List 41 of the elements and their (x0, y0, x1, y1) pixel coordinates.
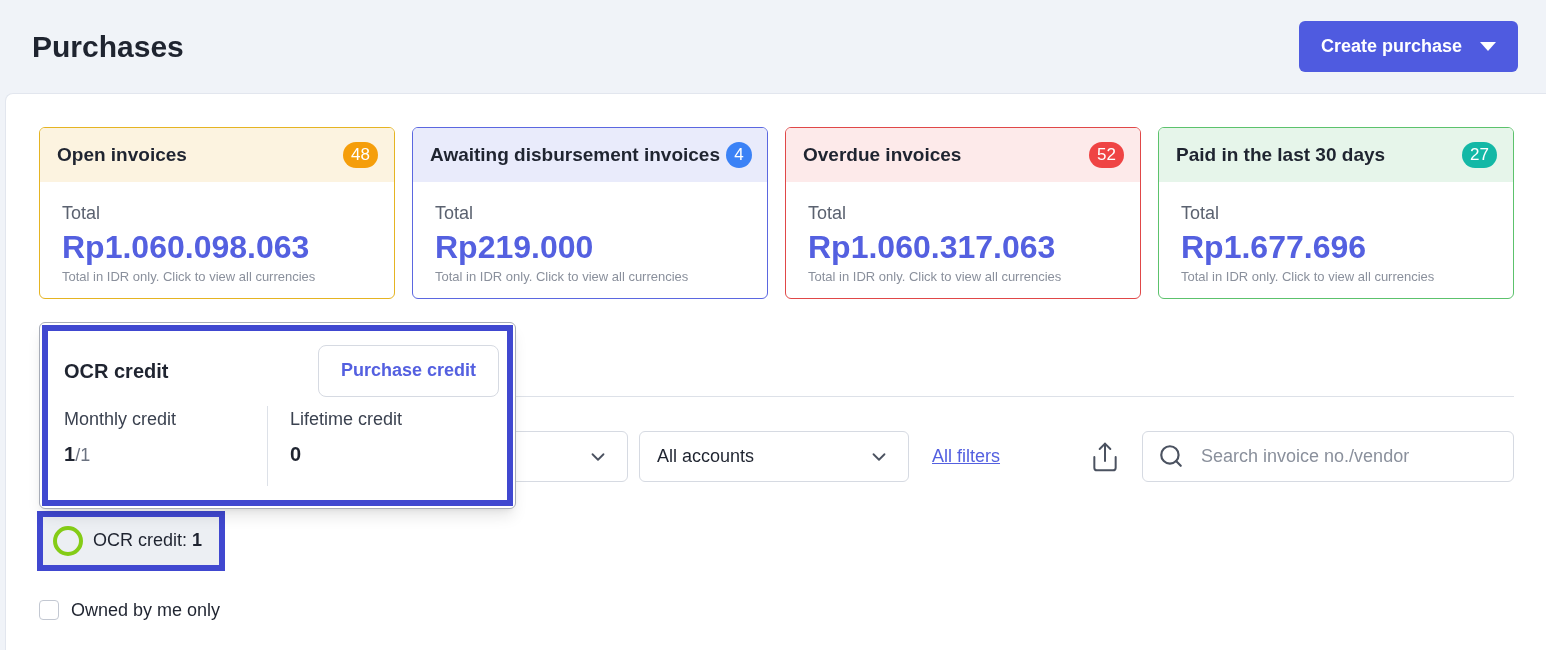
page-title: Purchases (32, 29, 184, 65)
total-label: Total (62, 202, 102, 225)
summary-card[interactable]: Awaiting disbursement invoices 4 Total Rp219.000 Total in IDR only. Click to view all currencies (412, 127, 768, 299)
summary-card[interactable]: Open invoices 48 Total Rp1.060.098.063 Total in IDR only. Click to view all currencies (39, 127, 395, 299)
all-filters-link[interactable]: All filters (932, 443, 1000, 470)
total-amount: Rp219.000 (435, 228, 595, 267)
accounts-dropdown[interactable]: All accounts (639, 431, 909, 482)
currency-note: Total in IDR only. Click to view all currencies (435, 268, 690, 286)
total-amount: Rp1.060.317.063 (808, 228, 1057, 267)
ocr-credit-text: OCR credit: 1 (93, 529, 203, 552)
count-badge: 27 (1462, 142, 1497, 168)
currency-note: Total in IDR only. Click to view all currencies (1181, 268, 1436, 286)
caret-icon (1480, 42, 1496, 51)
total-label: Total (1181, 202, 1221, 225)
monthly-credit-label: Monthly credit (64, 407, 178, 431)
summary-card[interactable]: Overdue invoices 52 Total Rp1.060.317.063 Total in IDR only. Click to view all currencies (785, 127, 1141, 299)
search-icon (1158, 443, 1184, 469)
purchase-credit-button[interactable]: Purchase credit (317, 344, 499, 397)
total-label: Total (808, 202, 848, 225)
count-badge: 4 (726, 142, 752, 168)
count-badge: 52 (1089, 142, 1124, 168)
lifetime-credit-value: 0 (290, 441, 303, 467)
search-field[interactable]: Search invoice no./vendor (1142, 431, 1514, 482)
summary-card[interactable]: Paid in the last 30 days 27 Total Rp1.677.696 Total in IDR only. Click to view all currencies (1158, 127, 1514, 299)
create-purchase-button[interactable]: Create purchase (1298, 21, 1518, 72)
card-title: Open invoices (57, 142, 187, 167)
monthly-credit-value: 1/1 (64, 441, 92, 467)
count-badge: 48 (343, 142, 378, 168)
total-label: Total (435, 202, 475, 225)
ocr-credit-chip[interactable]: OCR credit: 1 (37, 510, 225, 571)
popover-title: OCR credit (64, 358, 169, 384)
card-title: Awaiting disbursement invoices (430, 142, 720, 167)
currency-note: Total in IDR only. Click to view all currencies (808, 268, 1063, 286)
checkbox-label: Owned by me only (71, 598, 221, 622)
currency-note: Total in IDR only. Click to view all currencies (62, 268, 317, 286)
checkbox[interactable] (39, 600, 59, 620)
card-title: Paid in the last 30 days (1176, 142, 1386, 167)
lifetime-credit-label: Lifetime credit (290, 407, 403, 431)
card-title: Overdue invoices (803, 142, 962, 167)
total-amount: Rp1.060.098.063 (62, 228, 311, 267)
total-amount: Rp1.677.696 (1181, 228, 1367, 267)
